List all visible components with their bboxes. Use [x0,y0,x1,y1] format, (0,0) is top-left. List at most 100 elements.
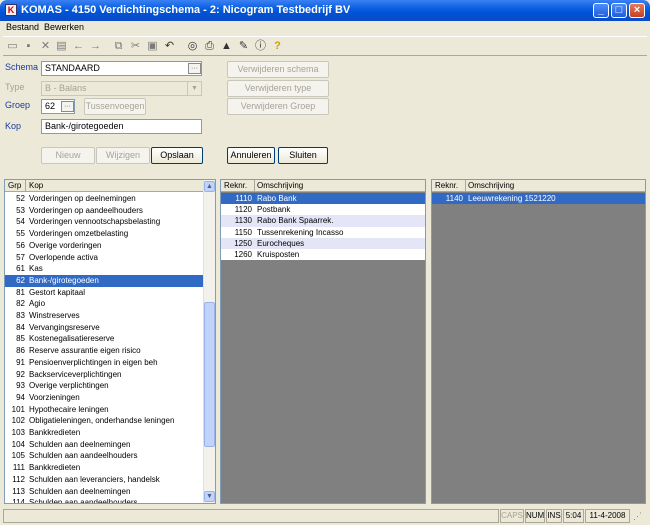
delete-icon[interactable]: ✕ [39,40,52,52]
schema-field[interactable]: STANDAARD [41,61,202,76]
scroll-thumb[interactable] [204,302,215,447]
group-row[interactable]: 111 Bankkredieten [5,462,203,474]
account-row-text: Kruisposten [257,250,300,259]
group-row-text: Schulden aan aandeelhouders [29,451,138,461]
group-row[interactable]: 86 Reserve assurantie eigen risico [5,345,203,357]
grp-column-header[interactable]: Grp [8,181,21,190]
group-row-text: Winstreserves [29,311,80,320]
group-row-number: 104 [11,439,25,449]
opslaan-button[interactable]: Opslaan [151,147,203,164]
groep-lookup-icon[interactable]: ··· [61,101,74,112]
help-icon[interactable]: ? [271,40,284,52]
group-row-text: Obligatieleningen, onderhandse leningen [29,416,175,426]
group-row[interactable]: 85 Kostenegalisatiereserve [5,333,203,345]
group-row[interactable]: 81 Gestort kapitaal [5,287,203,299]
account-row[interactable]: 1150 Tussenrekening Incasso [221,226,425,238]
group-row[interactable]: 55 Vorderingen omzetbelasting [5,228,203,240]
menu-bestand[interactable]: Bestand [6,22,39,32]
reknr-column-header[interactable]: Reknr. [224,181,247,190]
undo-icon[interactable]: ↶ [163,40,176,52]
binoculars-icon[interactable]: ◎ [186,40,199,52]
group-row[interactable]: 57 Overlopende activa [5,252,203,264]
group-row-text: Backserviceverplichtingen [29,369,122,379]
groups-grid[interactable]: Grp Kop 52 Vorderingen op deelnemingen 53 V… [4,179,216,504]
group-row-text: Vorderingen omzetbelasting [29,229,129,239]
edit-icon[interactable]: ✎ [237,40,250,52]
save-icon[interactable]: ▪ [22,40,35,52]
accounts-grid[interactable]: Reknr. Omschrijving 1110 Rabo Bank 1120 Pos… [220,179,426,504]
sluiten-button[interactable]: Sluiten [278,147,328,164]
group-row[interactable]: 62 Bank-/girotegoeden [5,274,203,287]
group-row[interactable]: 93 Overige verplichtingen [5,380,203,392]
group-row-number: 86 [16,346,25,356]
scroll-down-icon[interactable]: ▼ [204,491,215,502]
annuleren-button[interactable]: Annuleren [227,147,275,164]
verwijderen-schema-button[interactable]: Verwijderen schema [227,61,329,78]
copy-icon[interactable]: ⧉ [112,40,125,52]
group-row[interactable]: 92 Backserviceverplichtingen [5,369,203,381]
tussenvoegen-button[interactable]: Tussenvoegen [84,98,146,115]
minimize-button[interactable]: _ [593,3,609,18]
omschrijving-column-header[interactable]: Omschrijving [257,181,303,190]
account-row-text: Tussenrekening Incasso [257,227,344,237]
type-select[interactable]: B - Balans [41,81,202,96]
verwijderen-type-button[interactable]: Verwijderen type [227,80,329,97]
close-button[interactable]: × [629,3,645,18]
schema-lookup-icon[interactable]: ··· [188,63,201,74]
printer-icon[interactable]: ⎙ [203,40,216,52]
menu-bewerken[interactable]: Bewerken [44,22,84,32]
wijzigen-button[interactable]: Wijzigen [96,147,150,164]
omschrijving-column-header-right[interactable]: Omschrijving [468,181,514,190]
group-row[interactable]: 91 Pensioenverplichtingen in eigen beh [5,357,203,369]
scroll-up-icon[interactable]: ▲ [204,181,215,192]
group-row-number: 112 [12,474,25,484]
group-row[interactable]: 56 Overige vorderingen [5,240,203,252]
group-row[interactable]: 104 Schulden aan deelnemingen [5,439,203,451]
back-arrow-icon[interactable]: ← [72,40,85,52]
group-row[interactable]: 114 Schulden aan aandeelhouders [5,497,203,503]
chevron-down-icon[interactable]: ▼ [187,82,201,95]
account-row[interactable]: 1110 Rabo Bank [221,193,425,205]
group-row-number: 84 [16,322,25,332]
verwijderen-groep-button[interactable]: Verwijderen Groep [227,98,329,115]
assigned-accounts-grid[interactable]: Reknr. Omschrijving 1140 Leeuwrekening 15… [431,179,646,504]
group-row-number: 92 [16,369,25,379]
kop-column-header[interactable]: Kop [29,181,43,190]
group-row[interactable]: 103 Bankkredieten [5,427,203,439]
reknr-column-header-right[interactable]: Reknr. [435,181,458,190]
group-row[interactable]: 83 Winstreserves [5,310,203,322]
maximize-button[interactable]: □ [611,3,627,18]
account-row[interactable]: 1260 Kruisposten [221,249,425,261]
groups-grid-scrollbar[interactable]: ▲ ▼ [203,180,215,503]
resize-grip-icon[interactable]: ⋰ [633,511,642,522]
cut-icon[interactable]: ✂ [129,40,142,52]
ins-indicator: INS [546,509,562,523]
group-row-text: Overlopende activa [29,252,98,262]
group-row[interactable]: 82 Agio [5,298,203,310]
account-row[interactable]: 1120 Postbank [221,204,425,216]
assigned-account-row[interactable]: 1140 Leeuwrekening 1521220 [432,193,645,205]
nieuw-button[interactable]: Nieuw [41,147,95,164]
group-row[interactable]: 53 Vorderingen op aandeelhouders [5,205,203,217]
stamp-icon[interactable]: ▲ [220,40,233,52]
group-row[interactable]: 112 Schulden aan leveranciers, handelsk [5,474,203,486]
new-icon[interactable]: ▭ [6,40,19,52]
group-row[interactable]: 101 Hypothecaire leningen [5,404,203,416]
group-row[interactable]: 61 Kas [5,263,203,275]
print-preview-icon[interactable]: ▤ [55,40,68,52]
group-row-number: 53 [16,205,25,215]
kop-field[interactable]: Bank-/girotegoeden [41,119,202,134]
group-row[interactable]: 113 Schulden aan deelnemingen [5,486,203,498]
group-row[interactable]: 105 Schulden aan aandeelhouders [5,450,203,462]
forward-arrow-icon[interactable]: → [89,40,102,52]
paste-icon[interactable]: ▣ [146,40,159,52]
group-row[interactable]: 54 Vorderingen vennootschapsbelasting [5,216,203,228]
info-icon[interactable]: ⓘ [254,40,267,52]
account-row[interactable]: 1130 Rabo Bank Spaarrek. [221,215,425,227]
group-row[interactable]: 84 Vervangingsreserve [5,322,203,334]
group-row[interactable]: 52 Vorderingen op deelnemingen [5,193,203,205]
group-row[interactable]: 102 Obligatieleningen, onderhandse lening… [5,415,203,427]
group-row[interactable]: 94 Voorzieningen [5,392,203,404]
accounts-grid-header: Reknr. Omschrijving [221,180,425,192]
account-row[interactable]: 1250 Eurocheques [221,237,425,249]
